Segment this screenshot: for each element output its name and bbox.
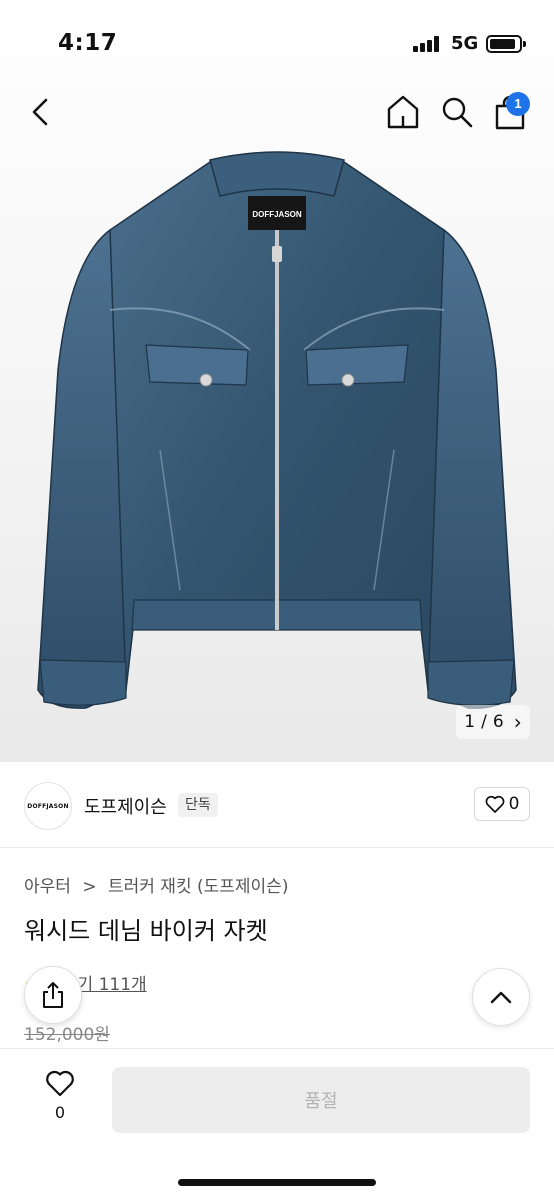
breadcrumb-item-trucker[interactable]: 트러커 재킷 (도프제이슨) — [108, 877, 288, 897]
heart-icon — [485, 795, 504, 813]
exclusive-tag: 단독 — [178, 793, 218, 817]
network-label: 5G — [451, 33, 479, 54]
chevron-right-icon[interactable]: › — [514, 710, 522, 734]
wishlist-count: 0 — [54, 1103, 66, 1122]
product-image-gallery[interactable]: 4:17 5G 1 DOFFJASON 1 / 6 › — [0, 0, 554, 762]
brand-logo[interactable]: DOFFJASON — [24, 782, 72, 830]
share-button[interactable] — [24, 966, 82, 1024]
status-time: 4:17 — [58, 30, 118, 56]
pager-separator: / — [481, 712, 487, 732]
cart-count-badge: 1 — [506, 92, 530, 116]
image-pager[interactable]: 1 / 6 › — [456, 705, 530, 739]
pager-total: 6 — [492, 712, 504, 732]
breadcrumb: 아우터 > 트러커 재킷 (도프제이슨) — [24, 872, 288, 897]
share-icon — [43, 982, 63, 1008]
home-indicator — [178, 1179, 376, 1186]
search-icon[interactable] — [440, 94, 474, 130]
brand-logo-text: DOFFJASON — [27, 802, 69, 810]
wishlist-button[interactable]: 0 — [38, 1069, 82, 1133]
bottom-action-bar: 0 품절 — [0, 1048, 554, 1200]
brand-like-count: 0 — [508, 794, 520, 814]
brand-name[interactable]: 도프제이슨 — [84, 793, 167, 819]
product-photo-denim-jacket: DOFFJASON — [37, 151, 517, 709]
sold-out-button[interactable]: 품절 — [112, 1067, 530, 1133]
chevron-up-icon — [490, 991, 512, 1004]
pager-current: 1 — [464, 712, 476, 732]
original-price: 152,000원 — [24, 1025, 110, 1045]
brand-row[interactable]: DOFFJASON 도프제이슨 단독 0 — [0, 762, 554, 848]
back-icon[interactable] — [26, 94, 58, 130]
heart-icon — [46, 1070, 74, 1097]
signal-icon — [413, 36, 441, 52]
scroll-to-top-button[interactable] — [472, 968, 530, 1026]
status-bar: 4:17 5G — [0, 0, 554, 80]
jacket-label-text: DOFFJASON — [252, 210, 302, 219]
product-title: 워시드 데님 바이커 자켓 — [24, 917, 268, 945]
breadcrumb-separator: > — [82, 877, 97, 897]
home-icon[interactable] — [386, 94, 420, 130]
brand-like-button[interactable]: 0 — [474, 787, 530, 821]
breadcrumb-item-outer[interactable]: 아우터 — [24, 877, 71, 897]
battery-icon — [486, 35, 526, 53]
